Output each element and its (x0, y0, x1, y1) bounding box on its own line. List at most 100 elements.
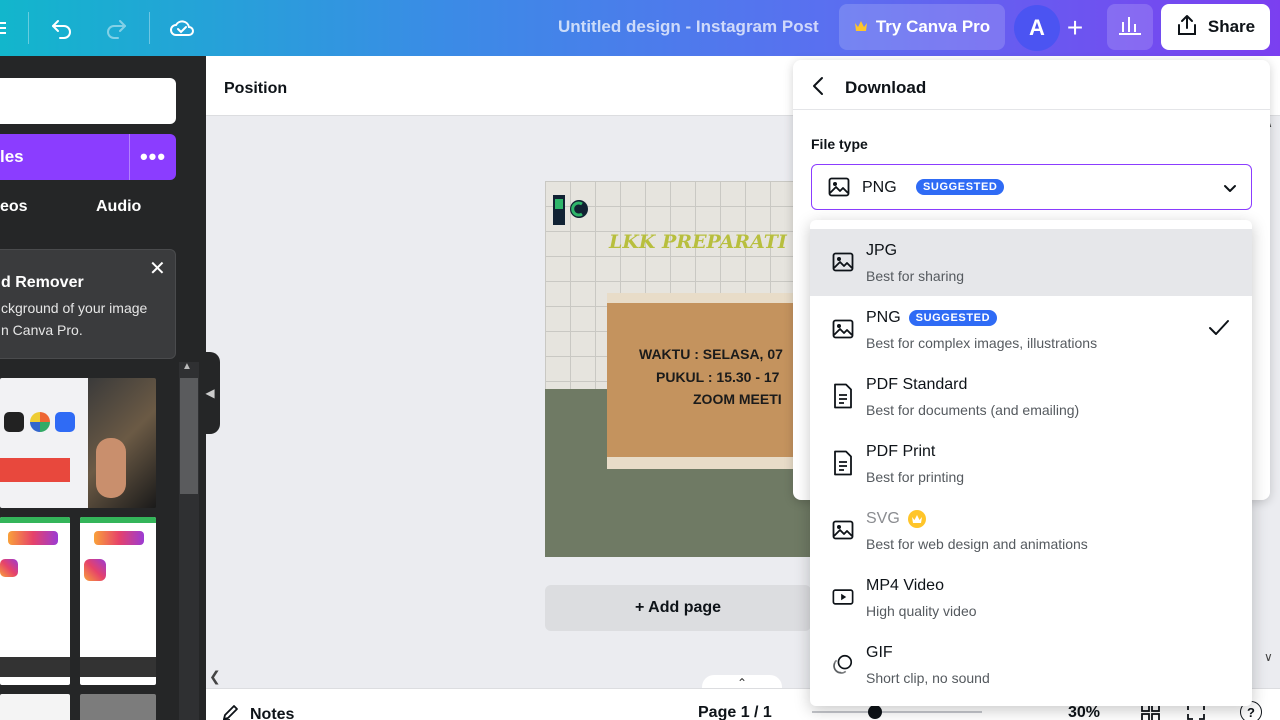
add-page-button[interactable]: + Add page (545, 585, 811, 631)
collapse-panel-button[interactable]: ◀ (200, 352, 220, 434)
zoom-slider[interactable] (812, 711, 982, 713)
option-name: MP4 Video (866, 577, 944, 594)
design-canvas[interactable]: LKK PREPARATI WAKTU : SELASA, 07 PUKUL :… (545, 181, 811, 557)
zoom-slider-handle[interactable] (868, 705, 882, 719)
video-icon (832, 584, 854, 610)
image-icon (832, 316, 854, 342)
option-name: PDF Standard (866, 376, 968, 393)
promo-title: d Remover (1, 274, 84, 291)
gif-icon (832, 651, 854, 677)
insights-button[interactable] (1107, 4, 1153, 50)
file-type-label: File type (811, 136, 868, 152)
option-name: PNG (866, 309, 901, 326)
option-description: Best for documents (and emailing) (866, 402, 1080, 418)
upload-thumbnail[interactable] (0, 517, 70, 685)
scroll-down-icon[interactable]: ∨ (1264, 650, 1273, 664)
background-remover-promo: d Remover ckground of your image n Canva… (0, 249, 176, 359)
option-description: High quality video (866, 603, 977, 619)
file-type-option-pdf-standard[interactable]: PDF Standard Best for documents (and ema… (810, 363, 1252, 430)
crown-icon (854, 17, 868, 37)
try-canva-pro-label: Try Canva Pro (875, 17, 991, 36)
download-header: Download (793, 60, 1270, 110)
scroll-left-icon[interactable]: ❮ (209, 668, 221, 685)
option-description: Best for sharing (866, 268, 965, 284)
share-button[interactable]: Share (1161, 4, 1270, 50)
suggested-badge: SUGGESTED (916, 179, 1005, 195)
share-label: Share (1207, 17, 1256, 36)
option-name-row: SVG (866, 510, 926, 528)
scrollbar-thumb[interactable] (180, 378, 198, 494)
file-type-dropdown: JPG Best for sharing PNG SUGGESTED Best … (810, 220, 1252, 706)
search-input[interactable] (0, 78, 176, 124)
option-name: GIF (866, 644, 893, 661)
undo-icon[interactable] (46, 12, 78, 44)
file-type-option-gif[interactable]: GIF Short clip, no sound (810, 631, 1252, 698)
zoom-level[interactable]: 30% (1068, 704, 1100, 720)
image-icon (828, 177, 850, 202)
file-type-select[interactable]: PNG SUGGESTED (811, 164, 1252, 210)
image-icon (832, 249, 854, 275)
notes-label: Notes (250, 705, 295, 720)
upload-thumbnail[interactable] (0, 694, 70, 720)
try-canva-pro-button[interactable]: Try Canva Pro (839, 4, 1005, 50)
chevron-left-icon: ◀ (205, 386, 215, 400)
file-type-option-jpg[interactable]: JPG Best for sharing (810, 229, 1252, 296)
image-icon (832, 517, 854, 543)
divider (28, 12, 29, 44)
file-type-option-svg[interactable]: SVG Best for web design and animations (810, 497, 1252, 564)
upload-thumbnail[interactable] (80, 694, 156, 720)
chevron-down-icon (1222, 179, 1238, 202)
promo-line: ckground of your image (1, 300, 148, 316)
chevron-left-icon (809, 77, 829, 102)
file-type-option-mp4[interactable]: MP4 Video High quality video (810, 564, 1252, 631)
logo-icon (551, 193, 589, 229)
option-name-row: PNG SUGGESTED (866, 309, 998, 327)
close-icon[interactable]: ✕ (149, 256, 166, 281)
document-icon (832, 383, 854, 409)
add-collaborator-button[interactable]: + (1056, 6, 1094, 50)
redo-icon[interactable] (100, 12, 132, 44)
side-panel: les ••• eos Audio d Remover ckground of … (0, 56, 206, 720)
scroll-up-icon[interactable]: ▲ (182, 361, 192, 372)
file-type-option-pdf-print[interactable]: PDF Print Best for printing (810, 430, 1252, 497)
file-type-option-png[interactable]: PNG SUGGESTED Best for complex images, i… (810, 296, 1252, 363)
canvas-paper-edge (607, 457, 811, 469)
upload-files-label: les (0, 147, 24, 166)
canvas-text: PUKUL : 15.30 - 17 (656, 369, 780, 385)
cloud-saved-icon[interactable] (166, 12, 198, 44)
canvas-text: WAKTU : SELASA, 07 (639, 346, 783, 362)
option-description: Best for printing (866, 469, 965, 485)
more-options-button[interactable]: ••• (129, 134, 176, 180)
option-description: Short clip, no sound (866, 670, 990, 686)
suggested-badge: SUGGESTED (908, 310, 998, 326)
promo-body: ckground of your image n Canva Pro. (1, 297, 171, 341)
download-title: Download (845, 78, 927, 97)
pro-crown-icon (907, 510, 926, 528)
top-bar: Untitled design - Instagram Post Try Can… (0, 0, 1280, 56)
canvas-text: ZOOM MEETI (693, 391, 782, 407)
option-description: Best for complex images, illustrations (866, 335, 1098, 351)
pencil-icon (222, 703, 242, 720)
avatar[interactable]: A (1014, 5, 1060, 51)
back-button[interactable] (809, 74, 829, 103)
tab-audio[interactable]: Audio (96, 198, 141, 216)
option-name: SVG (866, 510, 900, 527)
tab-videos[interactable]: eos (0, 198, 28, 216)
notes-button[interactable]: Notes (222, 703, 294, 720)
upload-files-button[interactable]: les ••• (0, 134, 176, 180)
page-count[interactable]: Page 1 / 1 (698, 704, 772, 720)
upload-icon (1176, 14, 1198, 41)
position-button[interactable]: Position (224, 80, 287, 98)
selected-file-type: PNG (862, 179, 897, 196)
option-description: Best for web design and animations (866, 536, 1088, 552)
canvas-title: LKK PREPARATI (609, 231, 787, 253)
menu-icon[interactable] (0, 12, 14, 44)
divider (149, 12, 150, 44)
document-title[interactable]: Untitled design - Instagram Post (558, 17, 819, 37)
promo-line: n Canva Pro. (1, 322, 83, 338)
bar-chart-icon (1118, 14, 1142, 41)
upload-thumbnail[interactable] (0, 378, 156, 508)
document-icon (832, 450, 854, 476)
upload-thumbnail[interactable] (80, 517, 156, 685)
option-name: PDF Print (866, 443, 936, 460)
